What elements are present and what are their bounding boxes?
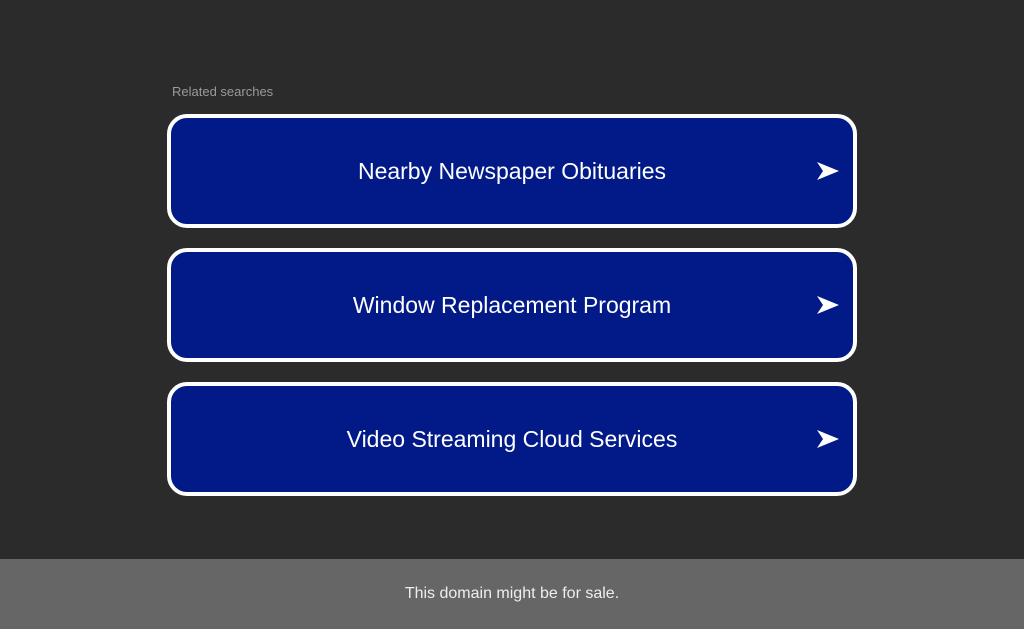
footer: This domain might be for sale. <box>0 559 1024 629</box>
domain-sale-link[interactable]: This domain might be for sale. <box>405 585 619 603</box>
arrow-right-icon <box>817 162 839 180</box>
link-label: Window Replacement Program <box>352 291 672 318</box>
related-search-link-1[interactable]: Nearby Newspaper Obituaries <box>167 114 857 228</box>
arrow-right-icon <box>817 296 839 314</box>
related-search-link-2[interactable]: Window Replacement Program <box>167 248 857 362</box>
link-label: Video Streaming Cloud Services <box>346 425 678 452</box>
related-search-link-3[interactable]: Video Streaming Cloud Services <box>167 382 857 496</box>
arrow-right-icon <box>817 430 839 448</box>
related-searches-heading: Related searches <box>172 84 274 99</box>
link-label: Nearby Newspaper Obituaries <box>357 157 667 184</box>
